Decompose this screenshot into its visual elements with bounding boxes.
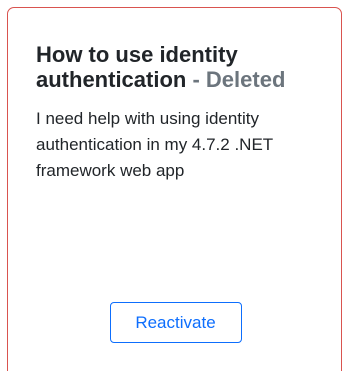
card-description: I need help with using identity authenti… (36, 109, 273, 180)
request-card: How to use identity authentication - Del… (7, 7, 342, 371)
reactivate-button[interactable]: Reactivate (109, 302, 242, 343)
card-body: How to use identity authentication - Del… (36, 42, 321, 184)
status-label: Deleted (205, 67, 286, 92)
button-container: Reactivate (8, 302, 343, 343)
title-separator: - (186, 67, 206, 92)
card-title: How to use identity authentication - Del… (36, 42, 321, 92)
